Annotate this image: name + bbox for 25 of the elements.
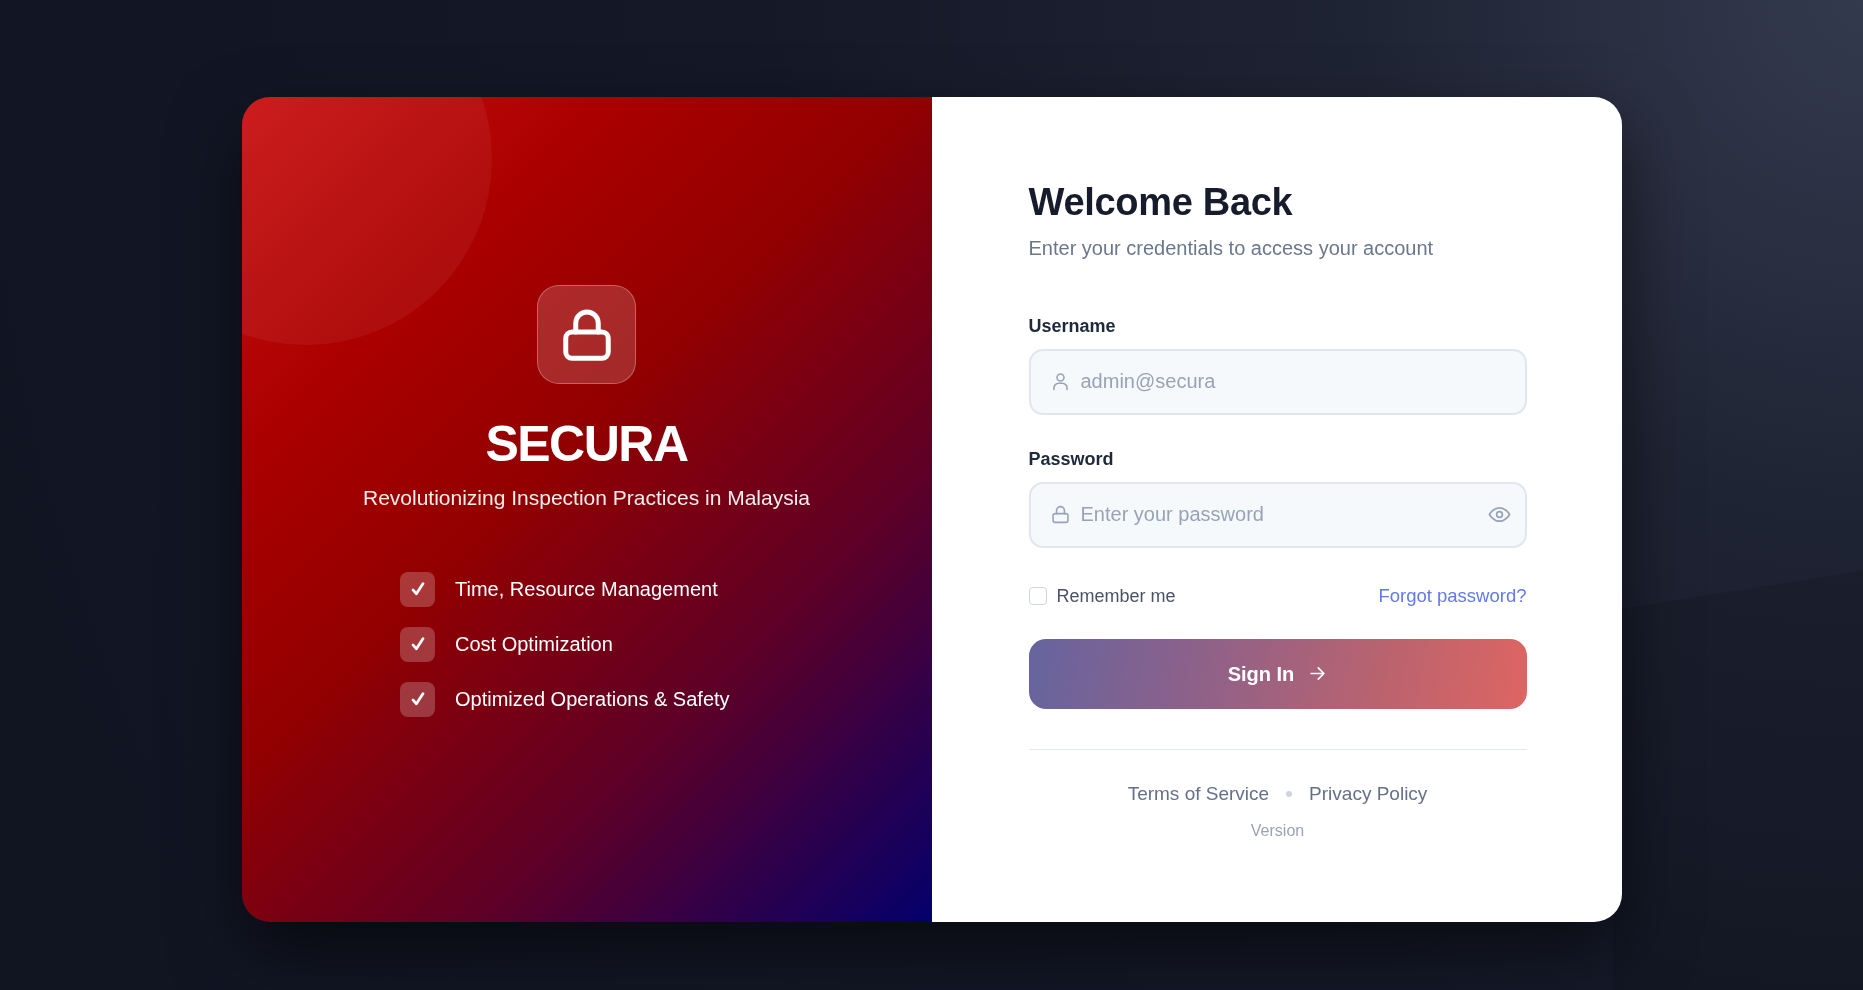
check-icon (400, 626, 435, 662)
brand-name: SECURA (485, 414, 688, 474)
footer-link[interactable]: Terms of Service (1127, 780, 1270, 807)
form-subtitle: Enter your credentials to access your account (1028, 235, 1434, 261)
sign-in-button[interactable]: Sign In (1028, 638, 1527, 709)
checkbox-label[interactable]: Remember me (1056, 582, 1176, 609)
footer-link[interactable]: Privacy Policy (1309, 780, 1428, 807)
version-text: Version (1250, 820, 1305, 841)
form-title: Welcome Back (1028, 179, 1293, 225)
tagline: Revolutionizing Inspection Practices in Malaysia (362, 484, 811, 511)
arrow-right-icon (1308, 664, 1328, 683)
password-field[interactable]: Enter your password (1028, 481, 1527, 548)
lock-icon (1049, 504, 1071, 525)
feature-label: Time, Resource Management (455, 577, 718, 602)
dot-icon (1286, 790, 1293, 797)
field-label: Password (1028, 447, 1114, 471)
forgot-password-link[interactable]: Forgot password? (1378, 582, 1527, 609)
feature-label: Optimized Operations & Safety (455, 687, 730, 712)
lock-icon (537, 284, 636, 384)
checkbox[interactable] (1028, 586, 1047, 605)
check-icon (400, 681, 435, 717)
field-label: Username (1028, 314, 1116, 338)
check-icon (400, 571, 435, 607)
feature-label: Cost Optimization (455, 632, 613, 657)
username-field[interactable]: admin@secura (1028, 348, 1527, 415)
